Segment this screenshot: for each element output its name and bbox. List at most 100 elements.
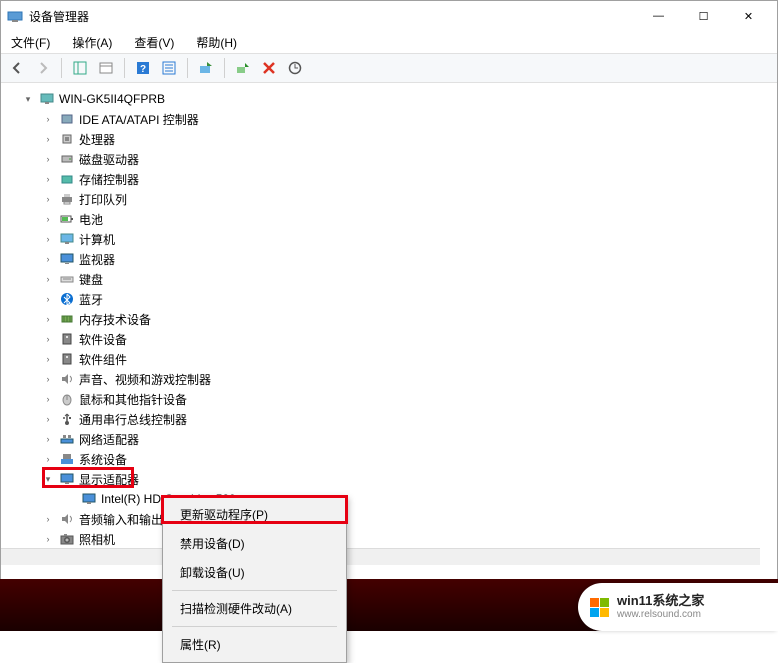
scan-hardware-button[interactable]	[283, 56, 307, 80]
watermark-url: www.relsound.com	[617, 609, 704, 621]
chevron-right-icon[interactable]: ›	[41, 212, 55, 226]
properties-button[interactable]	[94, 56, 118, 80]
sound-icon	[59, 371, 75, 387]
tree-item[interactable]: ▾ 显示适配器	[1, 469, 777, 489]
tree-item[interactable]: › 键盘	[1, 269, 777, 289]
window-controls: — ☐ ✕	[636, 2, 771, 30]
tree-root-label: WIN-GK5II4QFPRB	[59, 92, 165, 106]
computer-icon	[39, 91, 55, 107]
mouse-icon	[59, 391, 75, 407]
tree-item[interactable]: › 网络适配器	[1, 429, 777, 449]
bluetooth-icon	[59, 291, 75, 307]
menu-separator	[172, 590, 337, 591]
menu-help[interactable]: 帮助(H)	[192, 32, 241, 53]
tree-item[interactable]: › 照相机	[1, 529, 777, 549]
tree-item[interactable]: › 声音、视频和游戏控制器	[1, 369, 777, 389]
usb-icon	[59, 411, 75, 427]
horizontal-scrollbar[interactable]	[1, 548, 760, 565]
tree-item-label: 键盘	[79, 271, 103, 288]
menu-view[interactable]: 查看(V)	[130, 32, 178, 53]
chevron-right-icon[interactable]: ›	[41, 532, 55, 546]
menu-action[interactable]: 操作(A)	[68, 32, 116, 53]
chevron-right-icon[interactable]: ›	[41, 192, 55, 206]
chevron-right-icon[interactable]: ›	[41, 332, 55, 346]
menu-update-driver[interactable]: 更新驱动程序(P)	[166, 500, 343, 529]
toolbar: ?	[1, 53, 777, 83]
tree-item[interactable]: ›打印队列	[1, 189, 777, 209]
chevron-right-icon[interactable]: ›	[41, 432, 55, 446]
menu-file[interactable]: 文件(F)	[7, 32, 54, 53]
tree-item[interactable]: › 软件设备	[1, 329, 777, 349]
chevron-right-icon[interactable]: ›	[41, 232, 55, 246]
chevron-right-icon[interactable]: ›	[41, 152, 55, 166]
software-icon	[59, 331, 75, 347]
chevron-right-icon[interactable]: ›	[41, 272, 55, 286]
device-manager-icon	[7, 8, 23, 24]
network-icon	[59, 431, 75, 447]
tree-item-label: 网络适配器	[79, 431, 139, 448]
tree-item[interactable]: ›通用串行总线控制器	[1, 409, 777, 429]
menu-properties[interactable]: 属性(R)	[166, 630, 343, 659]
list-button[interactable]	[157, 56, 181, 80]
show-hide-tree-button[interactable]	[68, 56, 92, 80]
chevron-right-icon[interactable]: ›	[41, 292, 55, 306]
tree-item-label: 磁盘驱动器	[79, 151, 139, 168]
minimize-button[interactable]: —	[636, 2, 681, 30]
tree-item[interactable]: › 内存技术设备	[1, 309, 777, 329]
chevron-right-icon[interactable]: ›	[41, 392, 55, 406]
tree-item-child[interactable]: Intel(R) HD Graphics 520	[1, 489, 777, 509]
chevron-down-icon[interactable]: ▾	[41, 472, 55, 486]
tree-item[interactable]: ›蓝牙	[1, 289, 777, 309]
close-button[interactable]: ✕	[726, 2, 771, 30]
chevron-right-icon[interactable]: ›	[41, 312, 55, 326]
chevron-right-icon[interactable]: ›	[41, 512, 55, 526]
tree-item-label: 照相机	[79, 531, 115, 548]
keyboard-icon	[59, 271, 75, 287]
chevron-right-icon[interactable]: ›	[41, 452, 55, 466]
chevron-right-icon[interactable]: ›	[41, 252, 55, 266]
tree-item-label: 声音、视频和游戏控制器	[79, 371, 211, 388]
back-button[interactable]	[5, 56, 29, 80]
update-driver-button[interactable]	[194, 56, 218, 80]
chevron-right-icon[interactable]: ›	[41, 112, 55, 126]
printer-icon	[59, 191, 75, 207]
menu-disable-device[interactable]: 禁用设备(D)	[166, 529, 343, 558]
window-title: 设备管理器	[29, 8, 636, 25]
tree-item[interactable]: ›IDE ATA/ATAPI 控制器	[1, 109, 777, 129]
tree-item[interactable]: › 处理器	[1, 129, 777, 149]
menu-scan-hardware[interactable]: 扫描检测硬件改动(A)	[166, 594, 343, 623]
help-button[interactable]: ?	[131, 56, 155, 80]
chevron-right-icon[interactable]: ›	[41, 412, 55, 426]
tree-item[interactable]: ›软件组件	[1, 349, 777, 369]
menu-uninstall-device[interactable]: 卸载设备(U)	[166, 558, 343, 587]
tree-root[interactable]: ▾ WIN-GK5II4QFPRB	[1, 89, 777, 109]
chevron-down-icon[interactable]: ▾	[21, 92, 35, 106]
tree-item[interactable]: ›音频输入和输出	[1, 509, 777, 529]
tree-item-label: 显示适配器	[79, 471, 139, 488]
cpu-icon	[59, 131, 75, 147]
watermark: win11系统之家 www.relsound.com	[578, 583, 778, 631]
tree-item[interactable]: ›电池	[1, 209, 777, 229]
tree-item-label: 计算机	[79, 231, 115, 248]
tree-item[interactable]: ›监视器	[1, 249, 777, 269]
tree-item-label: 鼠标和其他指针设备	[79, 391, 187, 408]
tree-item[interactable]: › 计算机	[1, 229, 777, 249]
maximize-button[interactable]: ☐	[681, 2, 726, 30]
chevron-right-icon[interactable]: ›	[41, 172, 55, 186]
tree-item-label: 软件设备	[79, 331, 127, 348]
tree-item[interactable]: › 磁盘驱动器	[1, 149, 777, 169]
forward-button[interactable]	[31, 56, 55, 80]
tree-item-label: 处理器	[79, 131, 115, 148]
tree-item[interactable]: › 系统设备	[1, 449, 777, 469]
uninstall-device-button[interactable]	[257, 56, 281, 80]
chevron-right-icon[interactable]: ›	[41, 352, 55, 366]
tree-item[interactable]: ›存储控制器	[1, 169, 777, 189]
chevron-right-icon[interactable]: ›	[41, 132, 55, 146]
context-menu: 更新驱动程序(P) 禁用设备(D) 卸载设备(U) 扫描检测硬件改动(A) 属性…	[162, 496, 347, 663]
tree-item[interactable]: › 鼠标和其他指针设备	[1, 389, 777, 409]
display-icon	[81, 491, 97, 507]
tree-item-label: 系统设备	[79, 451, 127, 468]
tree-item-label: 内存技术设备	[79, 311, 151, 328]
enable-device-button[interactable]	[231, 56, 255, 80]
chevron-right-icon[interactable]: ›	[41, 372, 55, 386]
